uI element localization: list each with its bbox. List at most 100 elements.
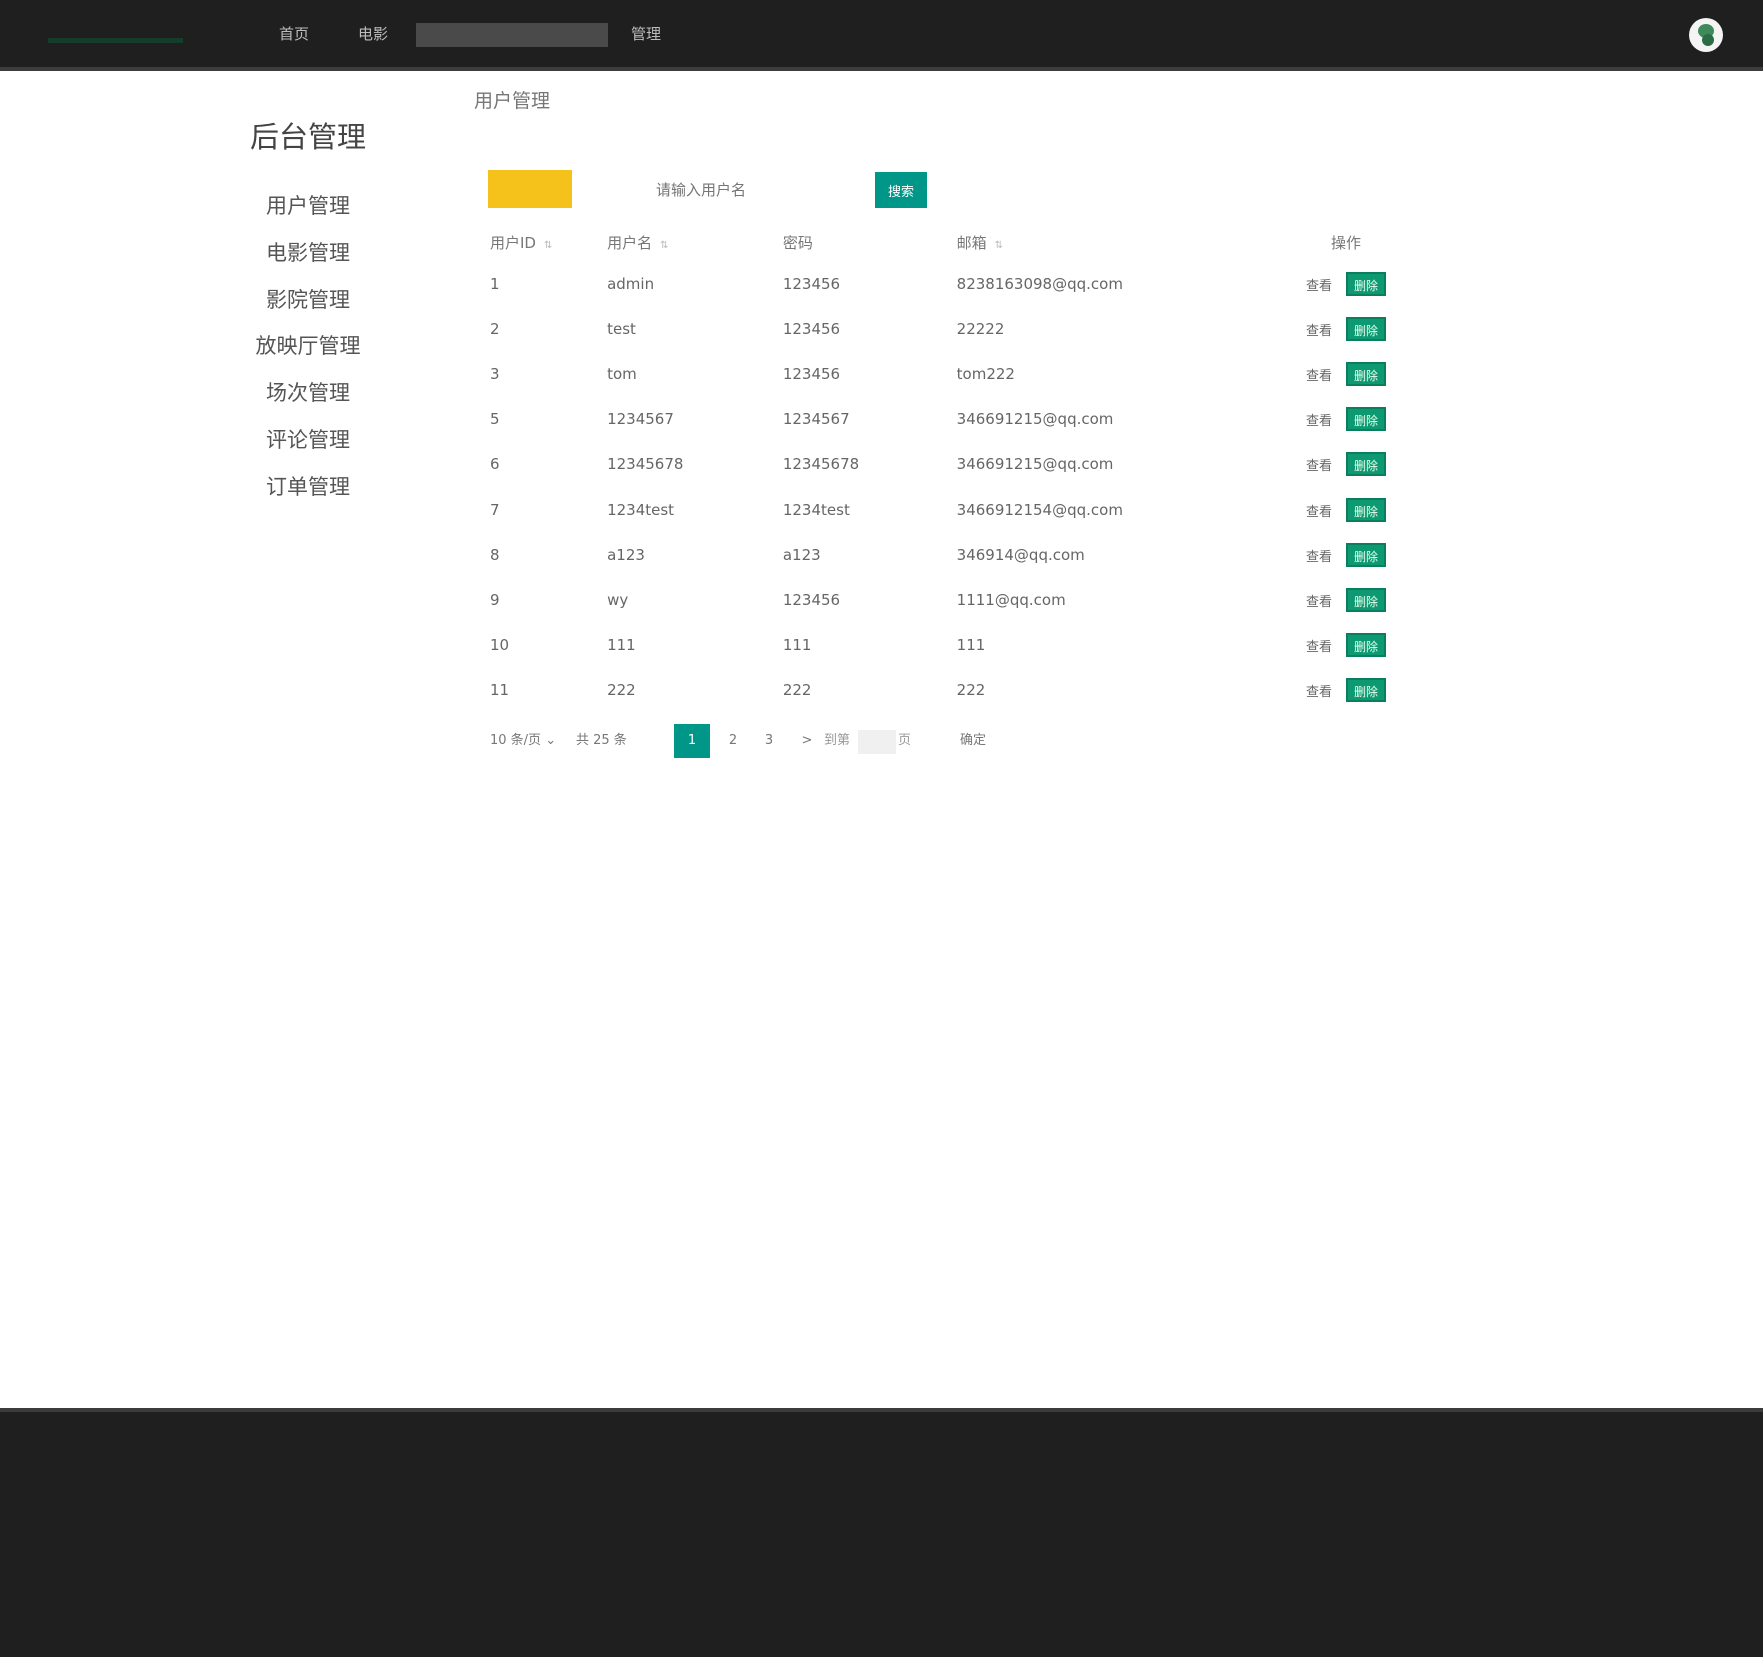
view-button[interactable]: 查看 [1306, 324, 1332, 339]
table-row: 7 1234test 1234test 3466912154@qq.com 查看 删除 [478, 487, 1398, 532]
delete-button[interactable]: 删除 [1346, 542, 1386, 567]
delete-button[interactable]: 删除 [1346, 316, 1386, 341]
total-count: 共 25 条 [576, 733, 627, 748]
footer [0, 1412, 1763, 1657]
view-button[interactable]: 查看 [1306, 505, 1332, 520]
goto-suffix: 页 [898, 733, 912, 748]
cell-password: 123456 [782, 364, 841, 383]
cell-password: 123456 [782, 590, 841, 609]
nav-home[interactable]: 首页 [279, 22, 309, 46]
table-row: 6 12345678 12345678 346691215@qq.com 查看 删除 [478, 442, 1398, 487]
top-navbar: 首页 电影 管理 [0, 0, 1763, 67]
cell-password: 123456 [782, 319, 841, 338]
view-button[interactable]: 查看 [1306, 279, 1332, 294]
page-size-select[interactable]: 10 条/页 ⌄ [490, 724, 556, 758]
chevron-down-icon: ⌄ [545, 733, 557, 748]
table-row: 11 222 222 222 查看 删除 [478, 668, 1398, 713]
cell-password: 222 [782, 681, 812, 700]
goto-label: 到第 [824, 733, 851, 748]
view-button[interactable]: 查看 [1306, 459, 1332, 474]
delete-button[interactable]: 删除 [1346, 497, 1386, 522]
cell-username: 1234567 [607, 410, 674, 429]
nav-admin[interactable]: 管理 [631, 22, 661, 46]
column-header-actions: 操作 [1330, 233, 1361, 252]
cell-email: tom222 [956, 364, 1015, 383]
cell-actions: 查看 删除 [1294, 442, 1398, 487]
column-header-email[interactable]: 邮箱 ⇅ [945, 223, 1294, 261]
sidebar-item-users[interactable]: 用户管理 [238, 192, 378, 239]
view-button[interactable]: 查看 [1306, 640, 1332, 655]
cell-email: 346691215@qq.com [956, 410, 1114, 429]
page-3[interactable]: 3 [754, 724, 784, 758]
table-row: 3 tom 123456 tom222 查看 删除 [478, 351, 1398, 396]
cell-email: 8238163098@qq.com [956, 274, 1123, 293]
sort-icon[interactable]: ⇅ [544, 240, 552, 251]
view-button[interactable]: 查看 [1306, 595, 1332, 610]
nav-movies[interactable]: 电影 [358, 22, 388, 46]
delete-button[interactable]: 删除 [1346, 361, 1386, 386]
delete-button[interactable]: 删除 [1346, 678, 1386, 703]
sidebar-item-orders[interactable]: 订单管理 [238, 473, 378, 520]
table-header-row: 用户ID ⇅ 用户名 ⇅ 密码 邮箱 ⇅ 操作 [478, 223, 1398, 261]
column-header-id[interactable]: 用户ID ⇅ [478, 223, 595, 261]
sort-icon[interactable]: ⇅ [995, 240, 1003, 251]
delete-button[interactable]: 删除 [1346, 633, 1386, 658]
sidebar-item-comments[interactable]: 评论管理 [238, 426, 378, 473]
cell-username: admin [607, 274, 655, 293]
column-header-password: 密码 [782, 233, 813, 252]
column-header-name[interactable]: 用户名 ⇅ [595, 223, 771, 261]
cell-password: 12345678 [782, 455, 860, 474]
cell-id: 9 [490, 590, 500, 609]
user-avatar[interactable] [1689, 18, 1723, 52]
cell-email: 22222 [956, 319, 1005, 338]
view-button[interactable]: 查看 [1306, 414, 1332, 429]
cell-password: 111 [782, 636, 812, 655]
cell-actions: 查看 删除 [1294, 487, 1398, 532]
cell-email: 111 [956, 636, 986, 655]
view-button[interactable]: 查看 [1306, 685, 1332, 700]
sidebar-item-movies[interactable]: 电影管理 [238, 239, 378, 286]
cell-email: 1111@qq.com [956, 590, 1066, 609]
goto-page-input[interactable] [858, 730, 896, 754]
sidebar-item-sessions[interactable]: 场次管理 [238, 379, 378, 426]
cell-password: 123456 [782, 274, 841, 293]
cell-id: 8 [490, 545, 500, 564]
cell-id: 7 [490, 500, 500, 519]
cell-username: 222 [607, 681, 636, 700]
cell-id: 6 [490, 455, 500, 474]
sidebar-menu: 用户管理 电影管理 影院管理 放映厅管理 场次管理 评论管理 订单管理 [238, 192, 378, 520]
table-row: 8 a123 a123 346914@qq.com 查看 删除 [478, 532, 1398, 577]
cell-actions: 查看 删除 [1294, 532, 1398, 577]
goto-confirm-button[interactable]: 确定 [960, 724, 986, 758]
view-button[interactable]: 查看 [1306, 369, 1332, 384]
sidebar-item-halls[interactable]: 放映厅管理 [238, 332, 378, 379]
add-user-button[interactable] [488, 170, 572, 208]
cell-actions: 查看 删除 [1294, 397, 1398, 442]
cell-username: tom [607, 364, 637, 383]
page-current[interactable]: 1 [674, 724, 710, 758]
cell-actions: 查看 删除 [1294, 577, 1398, 622]
cell-email: 346691215@qq.com [956, 455, 1114, 474]
sidebar-item-cinemas[interactable]: 影院管理 [238, 286, 378, 333]
nav-search-input[interactable] [416, 23, 608, 47]
cell-username: 12345678 [607, 455, 684, 474]
cell-username: 111 [607, 636, 636, 655]
view-button[interactable]: 查看 [1306, 550, 1332, 565]
sort-icon[interactable]: ⇅ [660, 240, 668, 251]
page-2[interactable]: 2 [718, 724, 748, 758]
cell-password: 1234567 [782, 410, 850, 429]
page-title: 用户管理 [474, 90, 551, 112]
delete-button[interactable]: 删除 [1346, 452, 1386, 477]
site-logo[interactable] [48, 24, 183, 44]
next-page-icon[interactable]: > [792, 724, 822, 758]
delete-button[interactable]: 删除 [1346, 271, 1386, 296]
user-search-input[interactable] [640, 174, 860, 206]
delete-button[interactable]: 删除 [1346, 587, 1386, 612]
cell-username: wy [607, 590, 629, 609]
cell-email: 346914@qq.com [956, 545, 1085, 564]
cell-username: test [607, 319, 636, 338]
cell-actions: 查看 删除 [1294, 351, 1398, 396]
delete-button[interactable]: 删除 [1346, 407, 1386, 432]
cell-password: 1234test [782, 500, 850, 519]
search-button[interactable]: 搜索 [875, 172, 927, 208]
